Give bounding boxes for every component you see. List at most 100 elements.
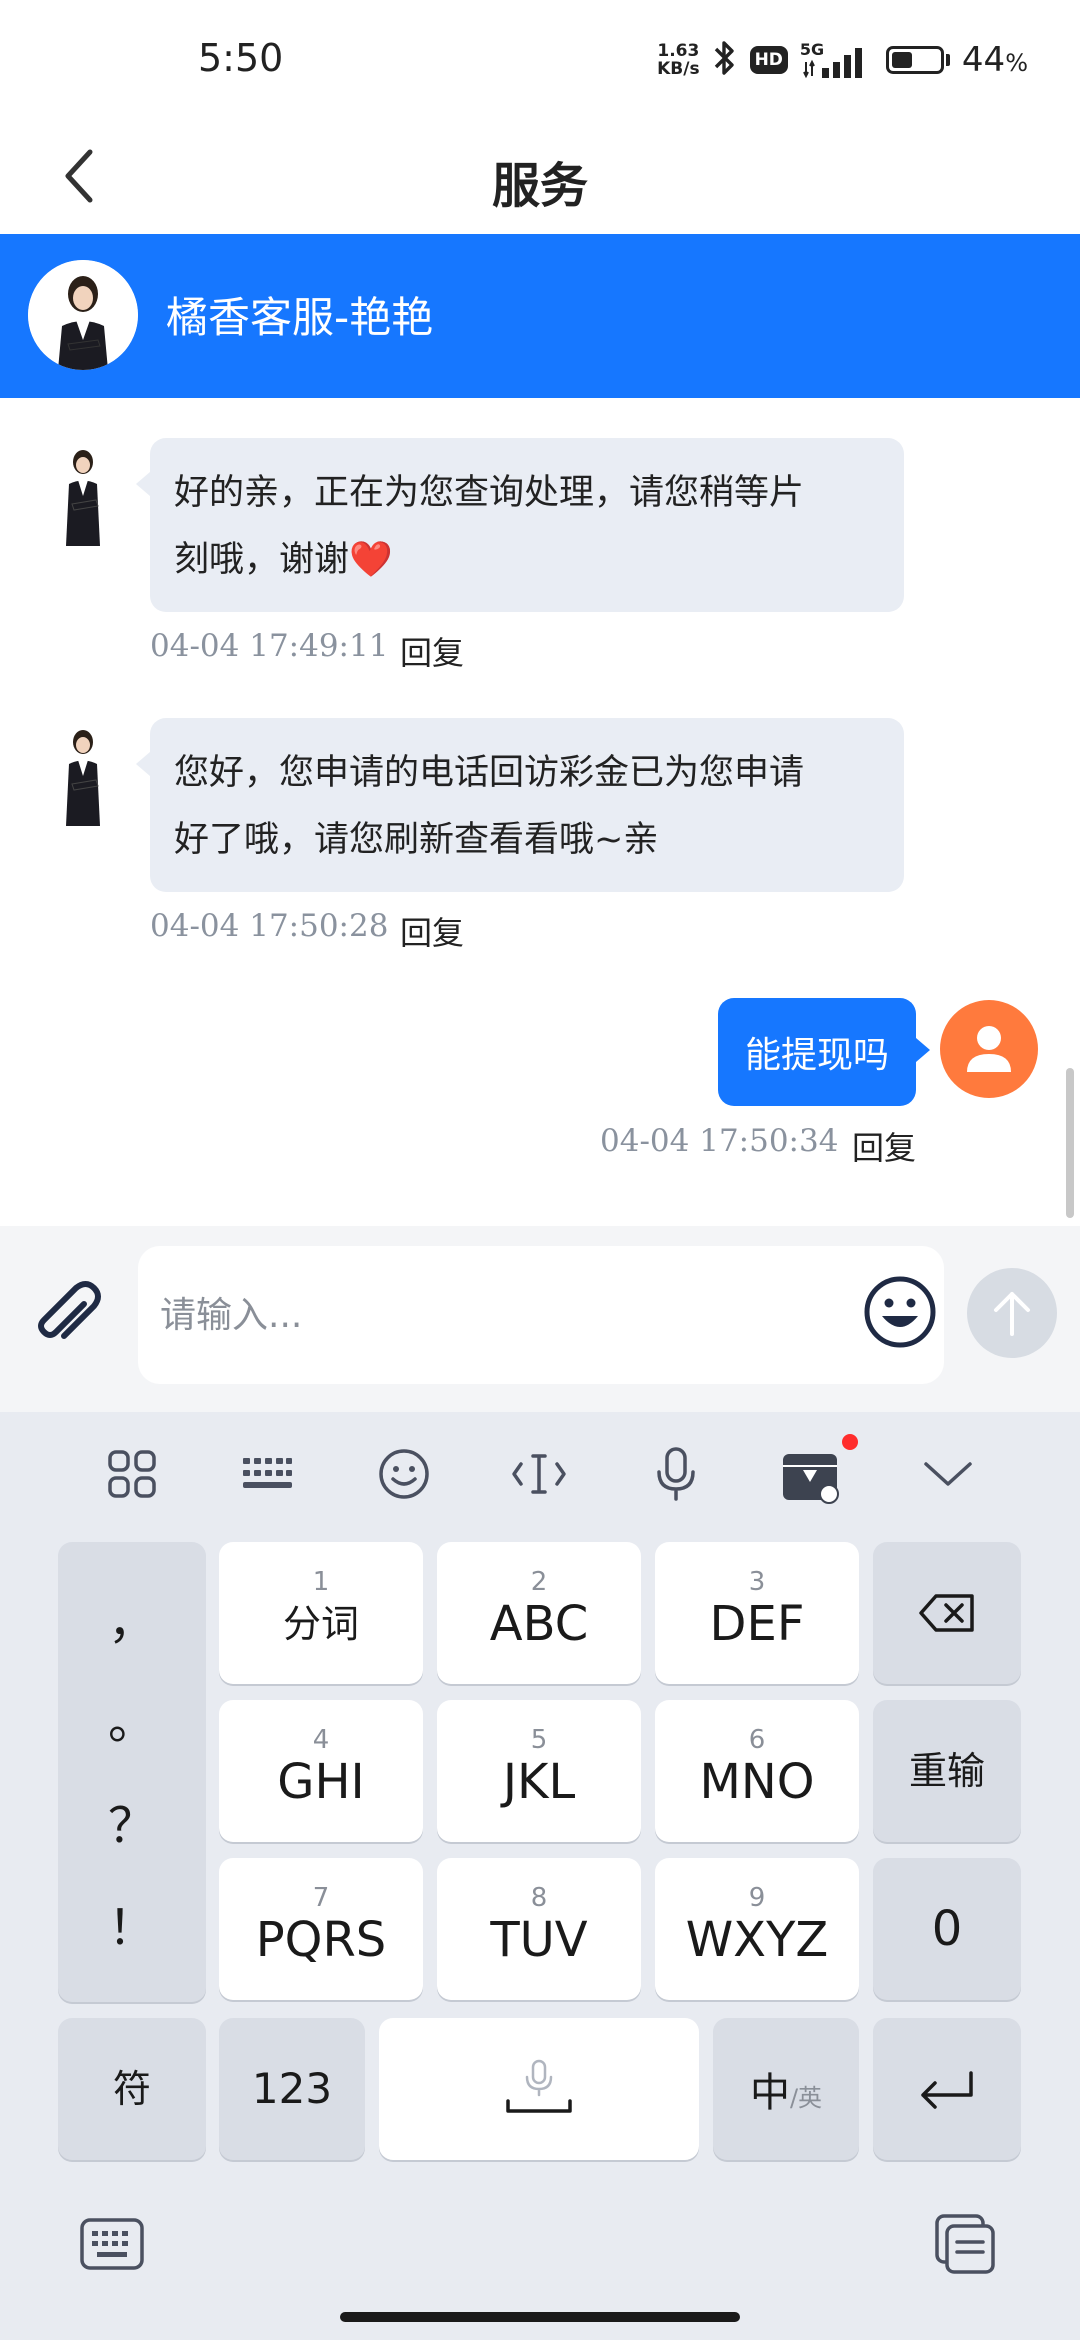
cursor-button[interactable] bbox=[503, 1438, 575, 1510]
agent-message-avatar bbox=[52, 446, 114, 546]
message-input-bar bbox=[0, 1226, 1080, 1412]
key-6[interactable]: 6 MNO bbox=[655, 1700, 859, 1842]
message-text-line: 能提现吗 bbox=[744, 1035, 889, 1076]
punctuation-key-exclamation[interactable]: ！ bbox=[58, 1888, 206, 1958]
keyboard-toolbar bbox=[0, 1412, 1080, 1532]
reenter-key[interactable]: 重输 bbox=[873, 1700, 1021, 1842]
battery-percent-value: 44 bbox=[961, 40, 1006, 80]
key-number: 1 bbox=[312, 1567, 330, 1597]
send-button[interactable] bbox=[967, 1268, 1057, 1358]
agent-avatar[interactable] bbox=[28, 260, 138, 370]
key-3[interactable]: 3 DEF bbox=[655, 1542, 859, 1684]
clipboard-button[interactable] bbox=[930, 2208, 1002, 2280]
key-label: DEF bbox=[709, 1596, 805, 1652]
space-mic-icon bbox=[506, 2059, 572, 2113]
notification-dot bbox=[842, 1434, 858, 1450]
chat-area[interactable]: 好的亲，正在为您查询处理，请您稍等片 刻哦，谢谢❤️ 04-04 17:49:1… bbox=[0, 398, 1080, 1226]
key-label: PQRS bbox=[255, 1912, 387, 1968]
reply-link[interactable]: 回复 bbox=[400, 908, 464, 954]
reply-link[interactable]: 回复 bbox=[400, 628, 464, 674]
grid-icon bbox=[108, 1450, 156, 1498]
key-8[interactable]: 8 TUV bbox=[437, 1858, 641, 2000]
network-speed: 1.63 KB/s bbox=[657, 42, 699, 78]
backspace-icon bbox=[919, 1594, 974, 1632]
emoji-panel-button[interactable] bbox=[368, 1438, 440, 1510]
space-key[interactable] bbox=[379, 2018, 699, 2160]
keyboard-layout-icon bbox=[243, 1458, 292, 1488]
backspace-key[interactable] bbox=[873, 1542, 1021, 1684]
key-label: MNO bbox=[699, 1754, 815, 1810]
key-label: GHI bbox=[277, 1754, 365, 1810]
key-0[interactable]: 0 bbox=[873, 1858, 1021, 2000]
microphone-icon bbox=[657, 1447, 695, 1501]
voice-input-button[interactable] bbox=[640, 1438, 712, 1510]
numbers-key[interactable]: 123 bbox=[219, 2018, 365, 2160]
reply-link[interactable]: 回复 bbox=[852, 1123, 916, 1169]
key-9[interactable]: 9 WXYZ bbox=[655, 1858, 859, 2000]
message-bubble-outgoing[interactable]: 能提现吗 bbox=[718, 998, 930, 1106]
language-main-label: 中 bbox=[749, 2070, 790, 2116]
switch-keyboard-button[interactable] bbox=[76, 2208, 148, 2280]
emoji-button[interactable] bbox=[862, 1274, 938, 1350]
attach-button[interactable] bbox=[30, 1278, 110, 1358]
key-1[interactable]: 1 分词 bbox=[219, 1542, 423, 1684]
key-2[interactable]: 2 ABC bbox=[437, 1542, 641, 1684]
user-avatar[interactable] bbox=[940, 1000, 1038, 1098]
key-label: 分词 bbox=[282, 1602, 359, 1646]
key-label: 符 bbox=[112, 2067, 151, 2111]
key-7[interactable]: 7 PQRS bbox=[219, 1858, 423, 2000]
message-text-line: 您好，您申请的电话回访彩金已为您申请 bbox=[174, 753, 805, 793]
hd-icon: HD bbox=[749, 46, 788, 74]
key-number: 6 bbox=[748, 1725, 766, 1755]
keyboard-icon bbox=[80, 2218, 144, 2270]
arrow-up-icon bbox=[994, 1292, 1030, 1336]
status-bar: 5:50 1.63 KB/s HD 5G 44% bbox=[0, 0, 1080, 120]
grid-button[interactable] bbox=[96, 1438, 168, 1510]
status-time: 5:50 bbox=[198, 36, 284, 80]
key-label: 123 bbox=[251, 2064, 333, 2113]
key-number: 3 bbox=[748, 1567, 766, 1597]
punctuation-key-period[interactable]: 。 bbox=[58, 1682, 206, 1752]
smiley-icon bbox=[864, 1276, 936, 1348]
battery-percent: 44% bbox=[962, 40, 1028, 80]
message-text-line: 好的亲，正在为您查询处理，请您稍等片 bbox=[174, 473, 805, 513]
message-bubble-incoming[interactable]: 好的亲，正在为您查询处理，请您稍等片 刻哦，谢谢❤️ bbox=[136, 438, 904, 612]
chat-scrollbar[interactable] bbox=[1066, 1068, 1074, 1218]
battery-percent-sign: % bbox=[1005, 49, 1028, 77]
key-label: TUV bbox=[490, 1912, 588, 1968]
key-5[interactable]: 5 JKL bbox=[437, 1700, 641, 1842]
agent-banner: 橘香客服-艳艳 bbox=[0, 234, 1080, 398]
network-speed-unit: KB/s bbox=[657, 59, 700, 79]
message-bubble-incoming[interactable]: 您好，您申请的电话回访彩金已为您申请 好了哦，请您刷新查看看哦~亲 bbox=[136, 718, 904, 892]
key-number: 8 bbox=[530, 1883, 548, 1913]
keyboard-layout-button[interactable] bbox=[231, 1438, 303, 1510]
status-icons: 1.63 KB/s HD 5G 44% bbox=[657, 38, 1028, 82]
key-number: 4 bbox=[312, 1725, 330, 1755]
key-label: ABC bbox=[489, 1596, 589, 1652]
toolbox-button[interactable] bbox=[775, 1438, 847, 1510]
key-4[interactable]: 4 GHI bbox=[219, 1700, 423, 1842]
enter-icon bbox=[921, 2071, 973, 2109]
home-indicator[interactable] bbox=[340, 2312, 740, 2322]
battery-icon bbox=[885, 46, 950, 74]
symbol-key[interactable]: 符 bbox=[58, 2018, 206, 2160]
enter-key[interactable] bbox=[873, 2018, 1021, 2160]
punctuation-key-question[interactable]: ？ bbox=[58, 1786, 206, 1856]
message-input[interactable] bbox=[138, 1246, 944, 1384]
key-number: 9 bbox=[748, 1883, 766, 1913]
key-label: 0 bbox=[931, 1901, 963, 1957]
collapse-keyboard-button[interactable] bbox=[912, 1438, 984, 1510]
message-text-line: 刻哦，谢谢❤️ bbox=[174, 540, 393, 580]
paperclip-icon bbox=[38, 1281, 101, 1339]
punctuation-column[interactable]: ， 。 ？ ！ bbox=[58, 1542, 206, 2002]
message-timestamp: 04-04 17:49:11 bbox=[150, 628, 389, 664]
cursor-icon bbox=[512, 1454, 566, 1494]
language-switch-key[interactable]: 中/英 bbox=[713, 2018, 859, 2160]
punctuation-key-comma[interactable]: ， bbox=[58, 1582, 206, 1652]
agent-message-avatar bbox=[52, 726, 114, 826]
key-number: 5 bbox=[530, 1725, 548, 1755]
bluetooth-icon bbox=[712, 39, 738, 81]
key-number: 2 bbox=[530, 1567, 548, 1597]
clipboard-icon bbox=[935, 2214, 995, 2274]
app-header: 服务 bbox=[0, 120, 1080, 234]
